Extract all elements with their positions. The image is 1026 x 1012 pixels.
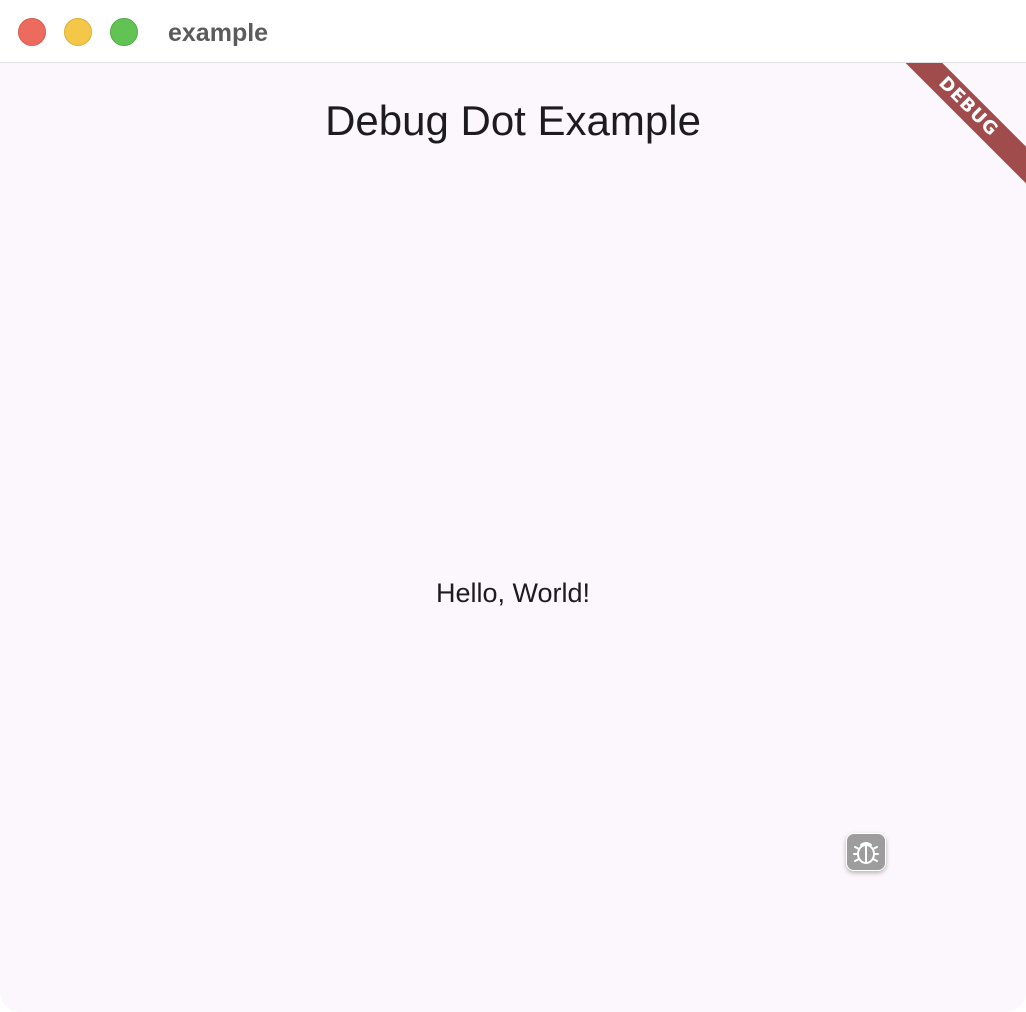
app-window: example Debug Dot Example Hello, World! … xyxy=(0,0,1026,1012)
page-title: Debug Dot Example xyxy=(325,97,701,144)
hello-text: Hello, World! xyxy=(435,578,591,608)
close-window-button[interactable] xyxy=(18,18,46,46)
minimize-window-button[interactable] xyxy=(64,18,92,46)
maximize-window-button[interactable] xyxy=(110,18,138,46)
title-bar[interactable]: example xyxy=(0,0,1026,63)
debug-dot-button[interactable] xyxy=(846,833,886,871)
app-content: Debug Dot Example Hello, World! DEBUG xyxy=(0,63,1026,1012)
window-title: example xyxy=(168,19,269,47)
bug-icon xyxy=(850,836,882,868)
